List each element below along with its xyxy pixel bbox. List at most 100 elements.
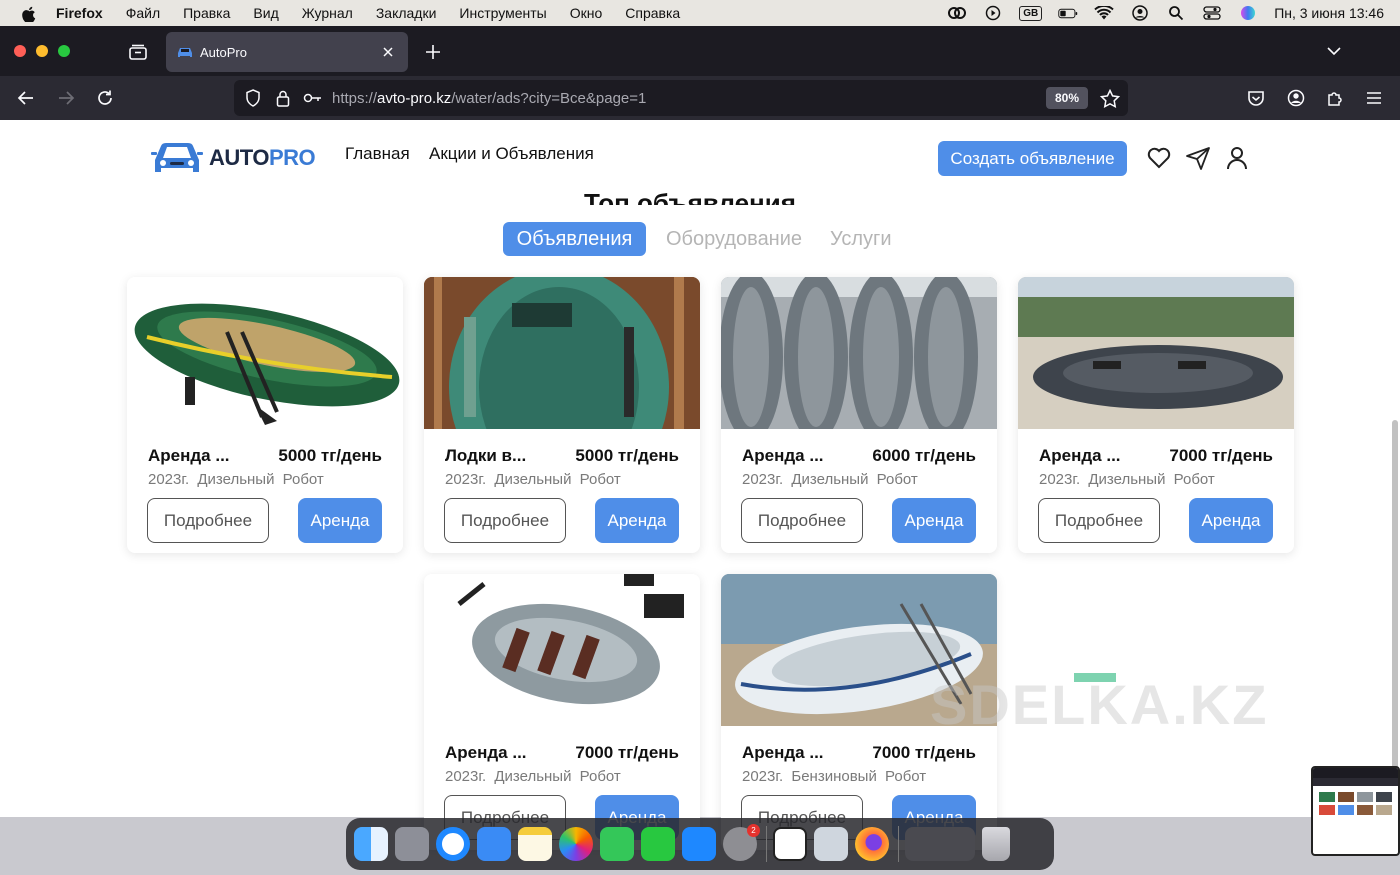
zoom-level-indicator[interactable]: 80% [1046,87,1088,109]
url-scheme: https:// [332,89,378,107]
notes-icon[interactable] [518,827,552,861]
firefox-icon[interactable] [855,827,889,861]
siri-icon[interactable] [1238,5,1258,21]
menu-help[interactable]: Справка [625,5,680,21]
wifi-icon[interactable] [1094,5,1114,21]
logo-text-auto: AUTO [209,145,269,170]
hamburger-menu-icon[interactable] [1363,87,1385,109]
listing-card[interactable]: Лодки в... 5000 тг/день 2023г. Дизельный… [424,277,700,553]
listing-price: 5000 тг/день [575,446,679,465]
facetime-icon[interactable] [641,827,675,861]
tab-close-icon[interactable] [378,42,398,62]
finder-icon[interactable] [354,827,388,861]
create-listing-button[interactable]: Создать объявление [938,141,1127,176]
listing-specs: 2023г. Дизельный Робот [148,471,324,488]
menu-app-firefox[interactable]: Firefox [56,5,103,21]
tab-overview-icon[interactable] [127,41,149,63]
system-settings-icon[interactable]: 2 [723,824,760,861]
browser-tab-autopro[interactable]: AutoPro [166,32,408,72]
listing-card[interactable]: Аренда ... 7000 тг/день 2023г. Дизельный… [424,574,700,850]
lock-icon[interactable] [272,90,294,107]
page-scrollbar[interactable] [1392,420,1398,817]
launchpad-icon[interactable] [395,827,429,861]
rent-button[interactable]: Аренда [298,498,382,543]
favorites-heart-icon[interactable] [1146,145,1172,171]
rent-button[interactable]: Аренда [892,498,976,543]
listing-photo[interactable] [721,277,997,429]
menu-history[interactable]: Журнал [302,5,353,21]
window-minimize-button[interactable] [36,45,48,57]
menu-bookmarks[interactable]: Закладки [376,5,437,21]
listing-title: Лодки в... [445,446,527,465]
listing-year: 2023г. [148,471,190,488]
firefox-account-icon[interactable] [1285,87,1307,109]
listing-price: 7000 тг/день [575,743,679,762]
permissions-key-icon[interactable] [302,92,324,104]
messages-icon[interactable] [600,827,634,861]
address-bar[interactable]: https://avto-pro.kz/water/ads?city=Все&p… [234,80,1128,116]
dock-separator [766,826,767,862]
control-center-icon[interactable] [1202,5,1222,21]
clock[interactable]: Пн, 3 июня 13:46 [1274,5,1384,21]
tab-services[interactable]: Услуги [830,222,892,256]
apple-icon[interactable] [20,4,38,22]
details-button[interactable]: Подробнее [147,498,269,543]
details-button[interactable]: Подробнее [1038,498,1160,543]
trash-icon[interactable] [982,827,1010,861]
tab-ads[interactable]: Объявления [503,222,646,256]
listing-photo[interactable] [1018,277,1294,429]
listing-card[interactable]: Аренда ... 5000 тг/день 2023г. Дизельный… [127,277,403,553]
nav-promotions-ads-link[interactable]: Акции и Объявления [429,144,594,164]
menu-window[interactable]: Окно [570,5,603,21]
url-text[interactable]: https://avto-pro.kz/water/ads?city=Все&p… [332,90,646,107]
reload-icon[interactable] [94,87,116,109]
minimized-window-thumbnail[interactable] [905,827,975,861]
profile-user-icon[interactable] [1224,145,1250,171]
listing-card[interactable]: Аренда ... 7000 тг/день 2023г. Дизельный… [1018,277,1294,553]
listing-card[interactable]: Аренда ... 6000 тг/день 2023г. Дизельный… [721,277,997,553]
screenshot-preview-thumbnail[interactable] [1311,766,1400,856]
details-button[interactable]: Подробнее [444,498,566,543]
menu-tools[interactable]: Инструменты [459,5,546,21]
rent-button[interactable]: Аренда [595,498,679,543]
spotlight-search-icon[interactable] [1166,5,1186,21]
listing-photo[interactable] [424,574,700,726]
forward-arrow-icon[interactable] [55,87,77,109]
safari-icon[interactable] [436,827,470,861]
listing-gearbox: Робот [885,768,927,785]
tab-list-chevron-down-icon[interactable] [1323,40,1345,62]
bookmark-star-icon[interactable] [1099,87,1121,109]
messages-send-icon[interactable] [1185,145,1211,171]
pocket-icon[interactable] [1245,87,1267,109]
listing-photo[interactable] [424,277,700,429]
rent-button[interactable]: Аренда [1189,498,1273,543]
creative-cloud-icon[interactable] [947,5,967,21]
listing-photo[interactable] [127,277,403,429]
notion-icon[interactable] [773,827,807,861]
site-logo[interactable]: AUTOPRO [151,138,316,178]
tracking-protection-shield-icon[interactable] [242,89,264,107]
tab-equipment[interactable]: Оборудование [666,222,802,256]
window-zoom-button[interactable] [58,45,70,57]
photos-icon[interactable] [559,827,593,861]
preview-icon[interactable] [814,827,848,861]
battery-icon[interactable] [1058,5,1078,21]
user-account-icon[interactable] [1130,5,1150,21]
new-tab-icon[interactable] [422,41,444,63]
menu-view[interactable]: Вид [253,5,278,21]
listing-gearbox: Робот [579,471,621,488]
back-arrow-icon[interactable] [15,87,37,109]
keyboard-layout-indicator[interactable]: GB [1019,5,1043,21]
car-logo-icon [151,143,203,172]
window-close-button[interactable] [14,45,26,57]
extensions-puzzle-icon[interactable] [1324,87,1346,109]
nav-home-link[interactable]: Главная [345,144,410,164]
play-icon[interactable] [983,5,1003,21]
menu-edit[interactable]: Правка [183,5,230,21]
details-button[interactable]: Подробнее [741,498,863,543]
notification-badge: 2 [747,824,760,837]
mail-icon[interactable] [477,827,511,861]
menu-file[interactable]: Файл [126,5,160,21]
app-store-icon[interactable] [682,827,716,861]
listing-year: 2023г. [742,768,784,785]
